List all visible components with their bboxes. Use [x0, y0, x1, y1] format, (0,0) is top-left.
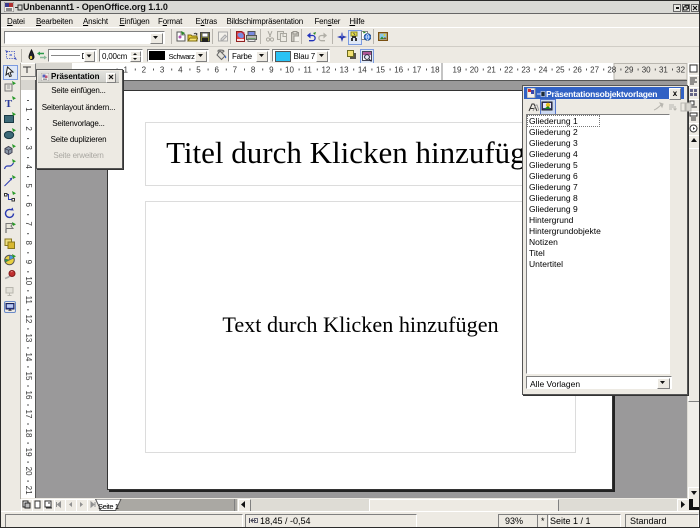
svg-text:10: 10 — [24, 276, 33, 285]
svg-text:8: 8 — [24, 240, 33, 245]
svg-text:7: 7 — [233, 66, 238, 75]
svg-text:8: 8 — [251, 66, 256, 75]
svg-text:16: 16 — [394, 66, 403, 75]
svg-text:2: 2 — [24, 126, 33, 131]
svg-text:10: 10 — [285, 66, 294, 75]
svg-text:24: 24 — [539, 66, 548, 75]
svg-text:9: 9 — [24, 260, 33, 265]
svg-text:29: 29 — [625, 66, 634, 75]
svg-text:5: 5 — [24, 183, 33, 188]
svg-text:6: 6 — [24, 202, 33, 207]
svg-text:13: 13 — [340, 66, 349, 75]
svg-text:14: 14 — [358, 66, 367, 75]
svg-text:12: 12 — [321, 66, 330, 75]
svg-text:28: 28 — [607, 66, 616, 75]
svg-text:17: 17 — [412, 66, 421, 75]
svg-text:27: 27 — [590, 66, 599, 75]
svg-text:13: 13 — [24, 333, 33, 342]
svg-text:23: 23 — [521, 66, 530, 75]
svg-text:3: 3 — [24, 145, 33, 150]
svg-text:17: 17 — [24, 410, 33, 419]
svg-text:15: 15 — [376, 66, 385, 75]
svg-text:20: 20 — [24, 467, 33, 476]
svg-text:18: 18 — [431, 66, 440, 75]
svg-text:9: 9 — [269, 66, 274, 75]
svg-text:16: 16 — [24, 391, 33, 400]
svg-text:11: 11 — [304, 66, 313, 75]
svg-text:14: 14 — [24, 352, 33, 361]
svg-text:15: 15 — [24, 372, 33, 381]
svg-text:11: 11 — [24, 296, 33, 305]
svg-text:4: 4 — [178, 66, 183, 75]
svg-text:2: 2 — [142, 66, 147, 75]
svg-text:12: 12 — [24, 314, 33, 323]
svg-text:18: 18 — [24, 429, 33, 438]
svg-text:20: 20 — [470, 66, 479, 75]
svg-text:25: 25 — [556, 66, 565, 75]
svg-text:6: 6 — [214, 66, 219, 75]
svg-text:1: 1 — [24, 107, 33, 112]
svg-text:T: T — [5, 98, 13, 108]
svg-text:1: 1 — [123, 66, 128, 75]
svg-text:21: 21 — [487, 66, 496, 75]
svg-text:19: 19 — [453, 66, 462, 75]
svg-text:3: 3 — [160, 66, 165, 75]
svg-text:32: 32 — [676, 66, 685, 75]
svg-text:5: 5 — [196, 66, 201, 75]
svg-text:30: 30 — [642, 66, 651, 75]
svg-text:22: 22 — [504, 66, 513, 75]
svg-text:31: 31 — [659, 66, 668, 75]
svg-text:19: 19 — [24, 448, 33, 457]
svg-text:4: 4 — [24, 164, 33, 169]
svg-text:26: 26 — [573, 66, 582, 75]
svg-text:21: 21 — [24, 486, 33, 495]
svg-text:7: 7 — [24, 221, 33, 226]
